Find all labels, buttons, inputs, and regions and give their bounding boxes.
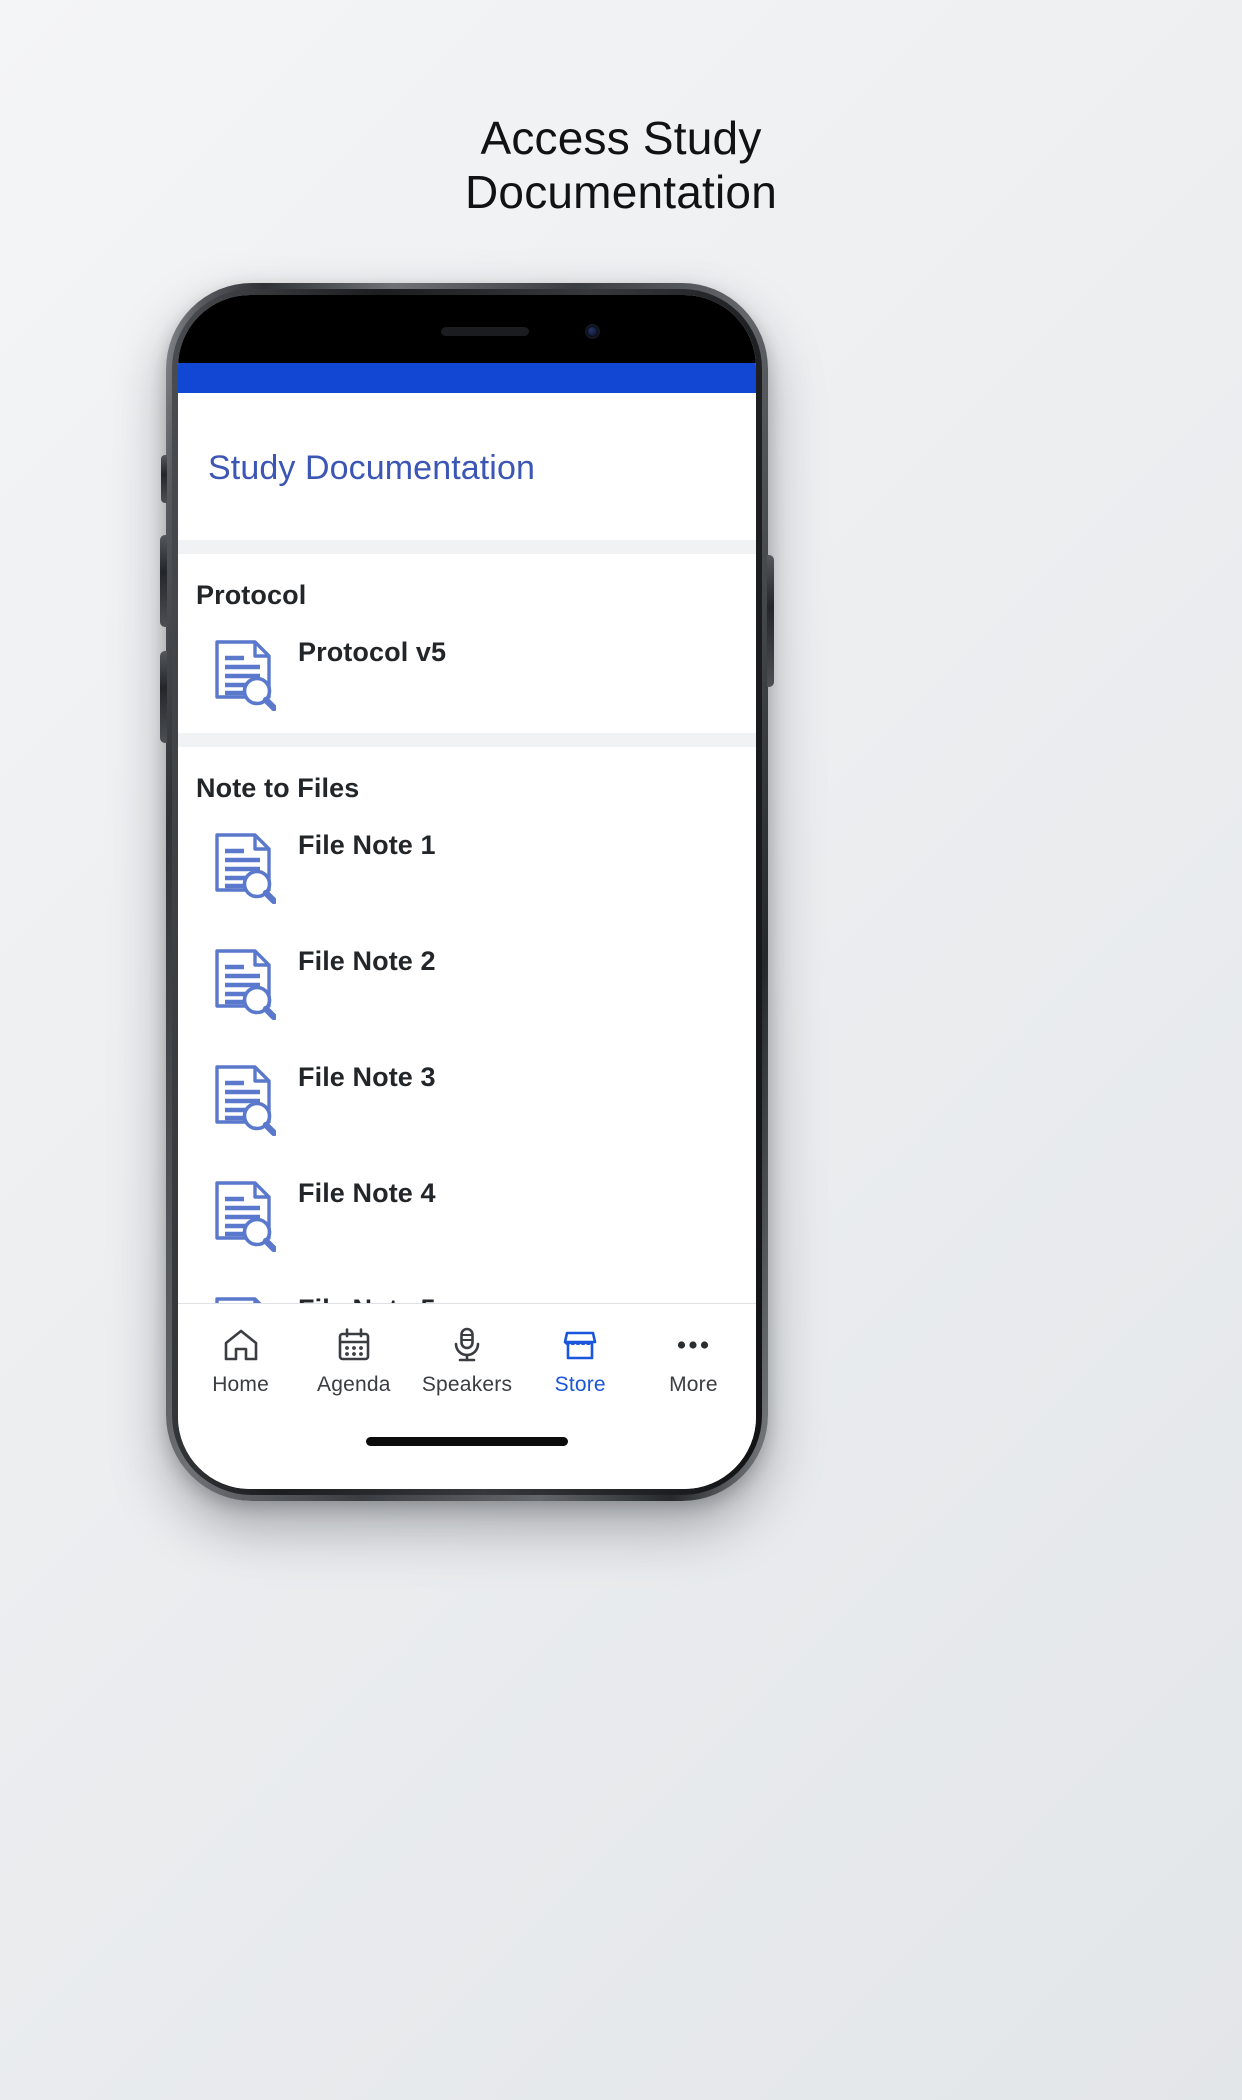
tab-label: Store xyxy=(554,1373,606,1396)
document-search-icon xyxy=(215,1065,276,1136)
document-search-icon xyxy=(215,640,276,711)
volume-up-button[interactable] xyxy=(160,535,167,627)
phone-mockup: Study Documentation Protocol Protocol v5… xyxy=(160,283,774,1501)
header-divider xyxy=(178,540,756,554)
list-item-label: File Note 4 xyxy=(298,1178,436,1208)
document-list-scroll-area[interactable]: Protocol Protocol v5 Note to Files File … xyxy=(178,554,756,1303)
phone-screen-bezel: Study Documentation Protocol Protocol v5… xyxy=(178,295,756,1489)
section-note-to-files: Note to Files File Note 1 File Note 2 Fi… xyxy=(178,747,756,1303)
tab-label: Agenda xyxy=(317,1373,391,1396)
section-heading: Protocol xyxy=(196,580,307,610)
page-title: Access Study Documentation xyxy=(0,112,1242,220)
list-item[interactable]: File Note 2 xyxy=(178,926,756,1042)
document-search-icon xyxy=(215,1181,276,1252)
tab-label: Speakers xyxy=(421,1373,513,1396)
list-item[interactable]: File Note 5 xyxy=(178,1274,756,1303)
home-indicator[interactable] xyxy=(366,1437,568,1446)
list-item[interactable]: File Note 3 xyxy=(178,1042,756,1158)
microphone-icon xyxy=(454,1327,480,1362)
section-divider xyxy=(178,733,756,747)
list-item-label: Protocol v5 xyxy=(298,637,447,667)
list-item-label: File Note 5 xyxy=(298,1294,436,1303)
app-title: Study Documentation xyxy=(208,449,535,487)
phone-screen: Study Documentation Protocol Protocol v5… xyxy=(178,295,756,1489)
section-protocol: Protocol Protocol v5 xyxy=(178,554,756,733)
page-title-line-1: Access Study xyxy=(480,112,762,164)
storefront-icon xyxy=(563,1331,597,1360)
list-item-label: File Note 3 xyxy=(298,1062,436,1092)
home-indicator-area xyxy=(178,1415,756,1489)
list-item[interactable]: Protocol v5 xyxy=(178,617,756,733)
app-header: Study Documentation xyxy=(178,393,756,540)
earpiece-speaker-icon xyxy=(441,327,529,336)
volume-down-button[interactable] xyxy=(160,651,167,743)
power-button[interactable] xyxy=(767,555,774,687)
list-item[interactable]: File Note 1 xyxy=(178,810,756,926)
status-bar xyxy=(178,363,756,393)
front-camera-icon xyxy=(585,324,600,339)
tab-label: More xyxy=(669,1373,718,1396)
mute-switch[interactable] xyxy=(161,455,167,503)
page-title-line-2: Documentation xyxy=(465,165,777,218)
tab-speakers[interactable]: Speakers xyxy=(410,1326,523,1397)
home-icon xyxy=(224,1329,257,1361)
calendar-icon xyxy=(338,1328,370,1361)
document-search-icon xyxy=(215,833,276,904)
list-item[interactable]: File Note 4 xyxy=(178,1158,756,1274)
document-search-icon xyxy=(215,1297,262,1303)
bottom-tab-bar: Home Agenda Speakers Store More xyxy=(178,1303,756,1415)
tab-label: Home xyxy=(212,1373,270,1396)
ellipsis-icon xyxy=(678,1341,709,1349)
section-heading: Note to Files xyxy=(196,773,360,803)
list-item-label: File Note 1 xyxy=(298,830,436,860)
tab-home[interactable]: Home xyxy=(184,1326,297,1397)
tab-store[interactable]: Store xyxy=(524,1326,637,1397)
phone-notch xyxy=(178,295,756,363)
list-item-label: File Note 2 xyxy=(298,946,436,976)
tab-agenda[interactable]: Agenda xyxy=(297,1326,410,1397)
tab-more[interactable]: More xyxy=(637,1326,750,1397)
document-search-icon xyxy=(215,949,276,1020)
